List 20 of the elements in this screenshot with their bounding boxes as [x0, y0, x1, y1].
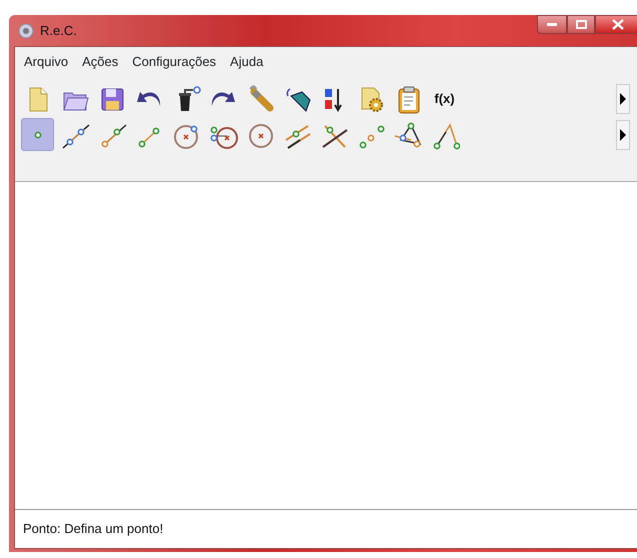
close-button[interactable]	[595, 15, 637, 34]
status-text: Ponto: Defina um ponto!	[23, 520, 164, 538]
minimize-button[interactable]	[537, 15, 567, 34]
point-icon	[34, 130, 42, 138]
right-arrow-icon	[620, 92, 626, 104]
minimize-icon	[547, 23, 557, 26]
close-icon	[612, 19, 624, 30]
maximize-icon	[576, 20, 586, 29]
menu-item[interactable]: Configurações	[125, 50, 224, 74]
function-button[interactable]: f(x)	[428, 82, 461, 115]
maximize-button[interactable]	[567, 15, 595, 34]
menu-item[interactable]: Ações	[75, 50, 126, 74]
more-tools-button[interactable]	[616, 120, 630, 150]
triangle-icon	[392, 120, 422, 150]
window-title: R.e.C.	[40, 22, 77, 40]
menu-item[interactable]: Arquivo	[17, 50, 76, 74]
more-tools-button[interactable]	[616, 84, 630, 114]
menu-item[interactable]: Ajuda	[223, 50, 270, 74]
right-arrow-icon	[620, 128, 626, 140]
app-icon	[18, 22, 34, 38]
